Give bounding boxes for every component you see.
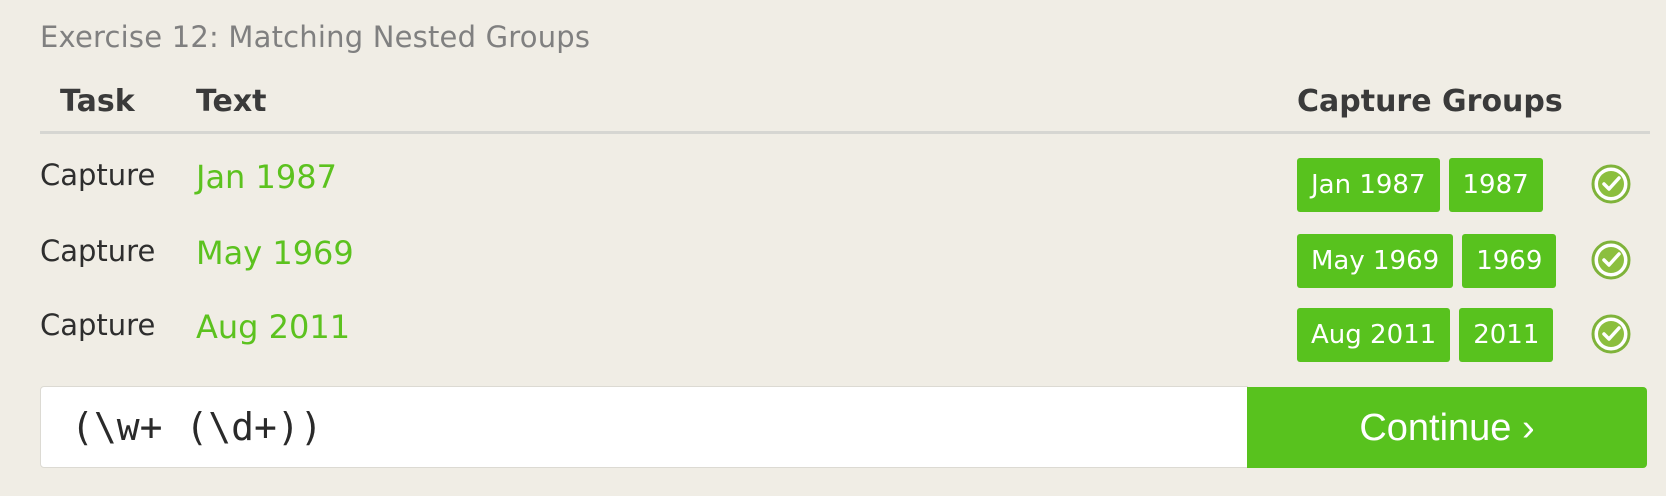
- capture-group-badge: 2011: [1459, 308, 1554, 362]
- answer-box: [40, 386, 1248, 468]
- continue-button[interactable]: Continue ›: [1247, 387, 1647, 468]
- check-circle-icon: [1591, 314, 1631, 354]
- capture-groups: May 1969 1969: [1297, 234, 1557, 288]
- column-header-task: Task: [60, 84, 135, 119]
- task-label: Capture: [40, 308, 156, 342]
- capture-group-badge: 1987: [1448, 158, 1543, 212]
- capture-group-badge: 1969: [1462, 234, 1557, 288]
- capture-group-badge: May 1969: [1297, 234, 1454, 288]
- row-text: Aug 2011: [196, 308, 351, 346]
- column-header-capture-groups: Capture Groups: [1297, 84, 1563, 119]
- header-divider: [40, 131, 1650, 134]
- column-header-text: Text: [196, 84, 267, 119]
- table-row: Capture Aug 2011 Aug 2011 2011: [0, 308, 1666, 378]
- capture-group-badge: Jan 1987: [1297, 158, 1440, 212]
- capture-groups: Aug 2011 2011: [1297, 308, 1554, 362]
- row-text: Jan 1987: [196, 158, 337, 196]
- capture-group-badge: Aug 2011: [1297, 308, 1451, 362]
- table-row: Capture May 1969 May 1969 1969: [0, 234, 1666, 304]
- task-label: Capture: [40, 234, 156, 268]
- check-circle-icon: [1591, 164, 1631, 204]
- check-circle-icon: [1591, 240, 1631, 280]
- regex-input[interactable]: [71, 387, 1221, 467]
- task-label: Capture: [40, 158, 156, 192]
- table-row: Capture Jan 1987 Jan 1987 1987: [0, 158, 1666, 228]
- capture-groups: Jan 1987 1987: [1297, 158, 1543, 212]
- row-text: May 1969: [196, 234, 354, 272]
- exercise-title: Exercise 12: Matching Nested Groups: [40, 20, 591, 54]
